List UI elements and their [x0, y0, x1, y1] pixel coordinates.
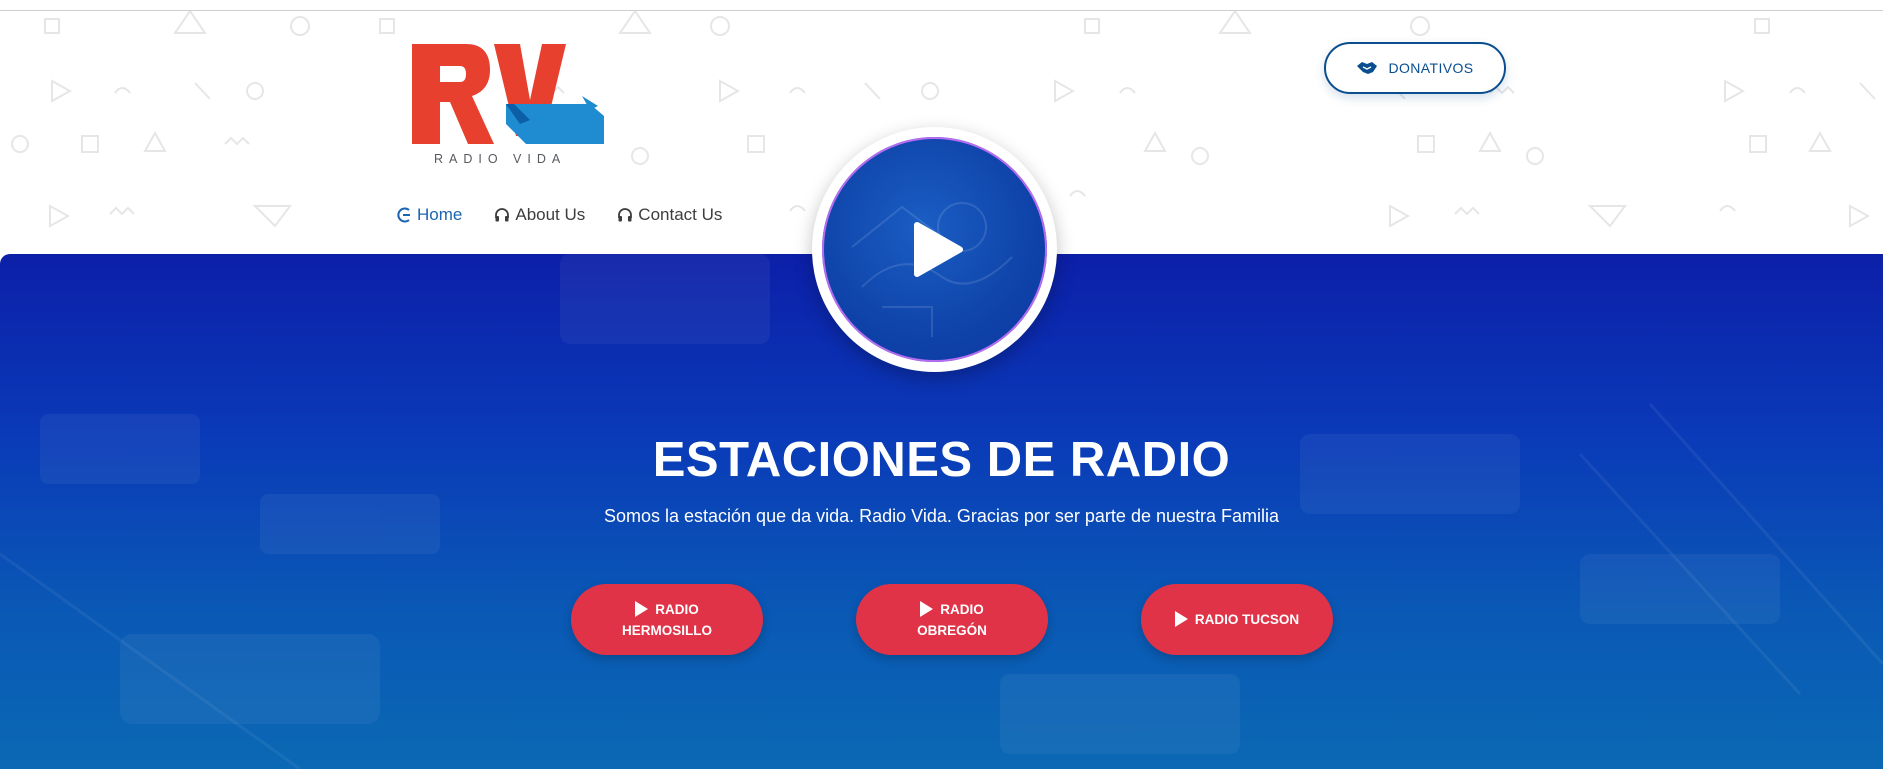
main-nav: Home About Us Contact Us: [396, 203, 722, 227]
home-icon: [396, 207, 412, 223]
station-button-hermosillo[interactable]: RADIO HERMOSILLO: [571, 584, 763, 655]
station-button-obregon[interactable]: RADIO OBREGÓN: [856, 584, 1048, 655]
logo-text: RADIO VIDA: [434, 152, 567, 166]
nav-label-home: Home: [417, 205, 463, 224]
play-icon: [920, 600, 934, 617]
main-play-button[interactable]: [822, 137, 1047, 362]
play-icon: [1174, 611, 1188, 627]
station-label-line1: RADIO: [940, 601, 984, 617]
station-label-line1: RADIO: [655, 601, 699, 617]
headphones-icon: [494, 207, 510, 223]
headphones-icon: [617, 207, 633, 223]
radio-vida-logo[interactable]: RADIO VIDA: [410, 40, 606, 170]
station-label-line2: HERMOSILLO: [622, 622, 712, 638]
station-button-tucson[interactable]: RADIO TUCSON: [1141, 584, 1333, 655]
player-ring: [812, 127, 1057, 372]
nav-item-home[interactable]: Home: [396, 205, 462, 225]
nav-label-about: About Us: [515, 205, 586, 224]
nav-item-contact[interactable]: Contact Us: [617, 205, 722, 225]
hero-title: ESTACIONES DE RADIO: [652, 433, 1231, 487]
nav-item-about[interactable]: About Us: [494, 205, 585, 225]
donate-button[interactable]: DONATIVOS: [1324, 42, 1506, 94]
hero-subtitle: Somos la estación que da vida. Radio Vid…: [603, 506, 1280, 526]
station-label: RADIO TUCSON: [1194, 612, 1300, 627]
rv-logo-mark: [412, 44, 604, 144]
nav-label-contact: Contact Us: [638, 205, 723, 224]
play-icon: [635, 600, 649, 617]
donate-label: DONATIVOS: [1388, 60, 1474, 76]
page: RADIO VIDA DONATIVOS Home About Us Conta…: [0, 0, 1883, 769]
station-label-line2: OBREGÓN: [917, 622, 987, 638]
handshake-icon: [1356, 60, 1378, 76]
